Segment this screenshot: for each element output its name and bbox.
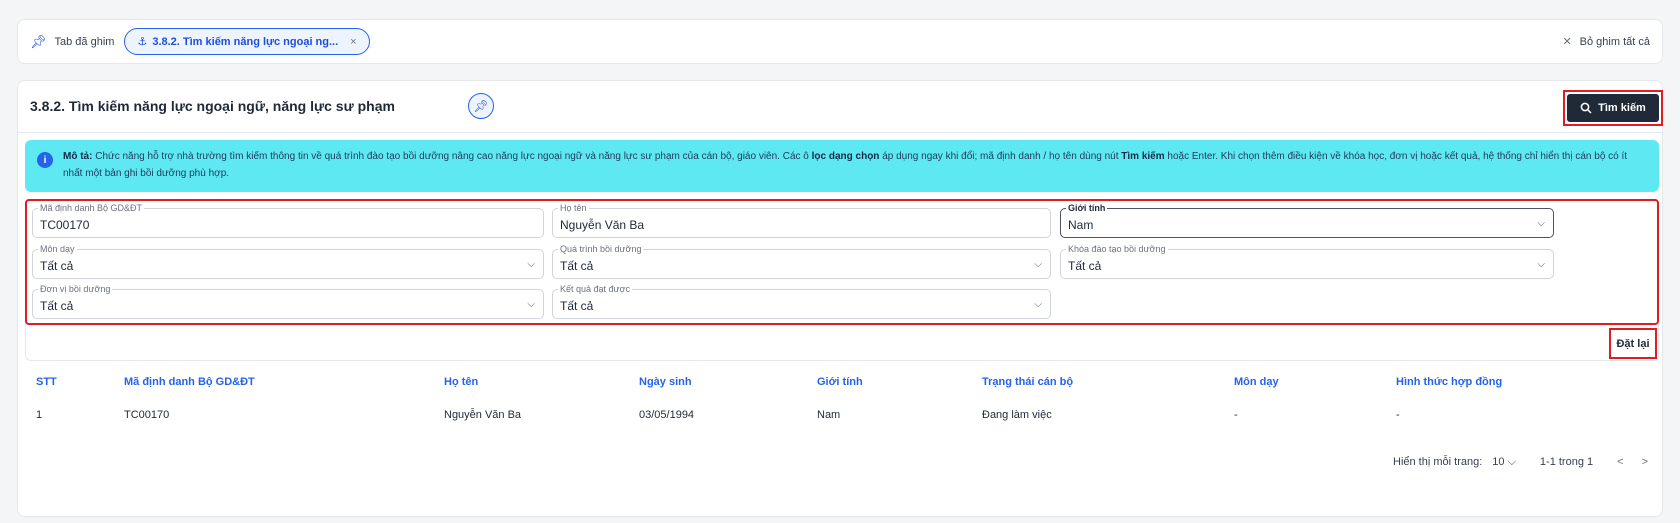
pinned-tab-bar: 📌︎ Tab đã ghim ⚓ 3.8.2. Tìm kiếm năng lự… — [17, 19, 1663, 64]
pinned-tabs-label: Tab đã ghim — [54, 35, 115, 48]
next-page-button[interactable]: > — [1642, 456, 1648, 468]
prev-page-button[interactable]: < — [1617, 456, 1623, 468]
pinned-tab[interactable]: ⚓ 3.8.2. Tìm kiếm năng lực ngoại ng... × — [124, 28, 370, 55]
table-cell: TC00170 — [124, 409, 170, 421]
table-cell: Nam — [817, 409, 841, 421]
column-header: Mã định danh Bộ GD&ĐT — [124, 376, 255, 388]
table-header: STT Mã định danh Bộ GD&ĐT Họ tên Ngày si… — [18, 376, 1662, 396]
page-range: 1-1 trong 1 — [1539, 456, 1594, 468]
chevron-down-icon: ⌵ — [1507, 455, 1516, 468]
search-icon — [1580, 102, 1592, 114]
main-card: 3.8.2. Tìm kiếm năng lực ngoại ngữ, năng… — [17, 80, 1663, 517]
column-header: Trạng thái cán bộ — [982, 376, 1074, 388]
anchor-icon: ⚓ — [137, 36, 148, 48]
pin-icon: 📌︎ — [473, 99, 489, 113]
search-button[interactable]: Tìm kiếm — [1567, 94, 1659, 122]
column-header: Ngày sinh — [639, 376, 692, 388]
table-cell: - — [1396, 409, 1400, 421]
table-row[interactable]: 1 TC00170 Nguyễn Văn Ba 03/05/1994 Nam Đ… — [18, 409, 1662, 429]
column-header: Hình thức hợp đồng — [1396, 376, 1503, 388]
column-header: STT — [36, 376, 57, 388]
description-text-1: Chức năng hỗ trợ nhà trường tìm kiếm thô… — [92, 151, 812, 162]
page-title: 3.8.2. Tìm kiếm năng lực ngoại ngữ, năng… — [30, 98, 395, 114]
info-icon: i — [37, 152, 53, 168]
column-header: Họ tên — [444, 376, 479, 388]
unpin-all-button[interactable]: ✕ Bỏ ghim tất cả — [1562, 35, 1650, 49]
description-label: Mô tả: — [63, 151, 93, 162]
per-page-label: Hiển thị mỗi trang: — [1393, 456, 1483, 468]
card-header: 3.8.2. Tìm kiếm năng lực ngoại ngữ, năng… — [18, 81, 1663, 133]
filter-highlight — [25, 199, 1659, 325]
pin-page-button[interactable]: 📌︎ — [468, 93, 494, 119]
description-bold-2: Tìm kiếm — [1121, 151, 1165, 162]
table-cell: 1 — [36, 409, 43, 421]
pinned-tab-label: 3.8.2. Tìm kiếm năng lực ngoại ng... — [152, 35, 339, 48]
per-page-select[interactable]: 10 ⌵ — [1492, 456, 1516, 469]
table-cell: Đang làm việc — [982, 409, 1052, 421]
column-header: Môn dạy — [1234, 376, 1279, 388]
description-text-2: áp dụng ngay khi đổi; mã định danh / họ … — [879, 151, 1122, 162]
search-button-highlight: Tìm kiếm — [1563, 90, 1663, 126]
unpin-icon: ✕ — [1562, 36, 1572, 48]
description-bold-1: lọc dạng chọn — [811, 151, 880, 162]
reset-button[interactable]: Đặt lại — [1611, 330, 1655, 357]
close-icon[interactable]: × — [350, 36, 356, 48]
table-cell: - — [1234, 409, 1238, 421]
unpin-all-label: Bỏ ghim tất cả — [1579, 35, 1650, 48]
search-button-label: Tìm kiếm — [1598, 102, 1646, 114]
reset-button-highlight: Đặt lại — [1609, 328, 1657, 359]
column-header: Giới tính — [817, 376, 863, 388]
table-cell: Nguyễn Văn Ba — [444, 409, 522, 421]
per-page-value: 10 — [1492, 455, 1505, 468]
pagination: Hiển thị mỗi trang: 10 ⌵ 1-1 trong 1 < > — [1393, 452, 1648, 472]
pin-icon: 📌︎ — [30, 33, 47, 49]
description-banner: i Mô tả: Chức năng hỗ trợ nhà trường tìm… — [25, 140, 1659, 192]
table-cell: 03/05/1994 — [639, 409, 695, 421]
